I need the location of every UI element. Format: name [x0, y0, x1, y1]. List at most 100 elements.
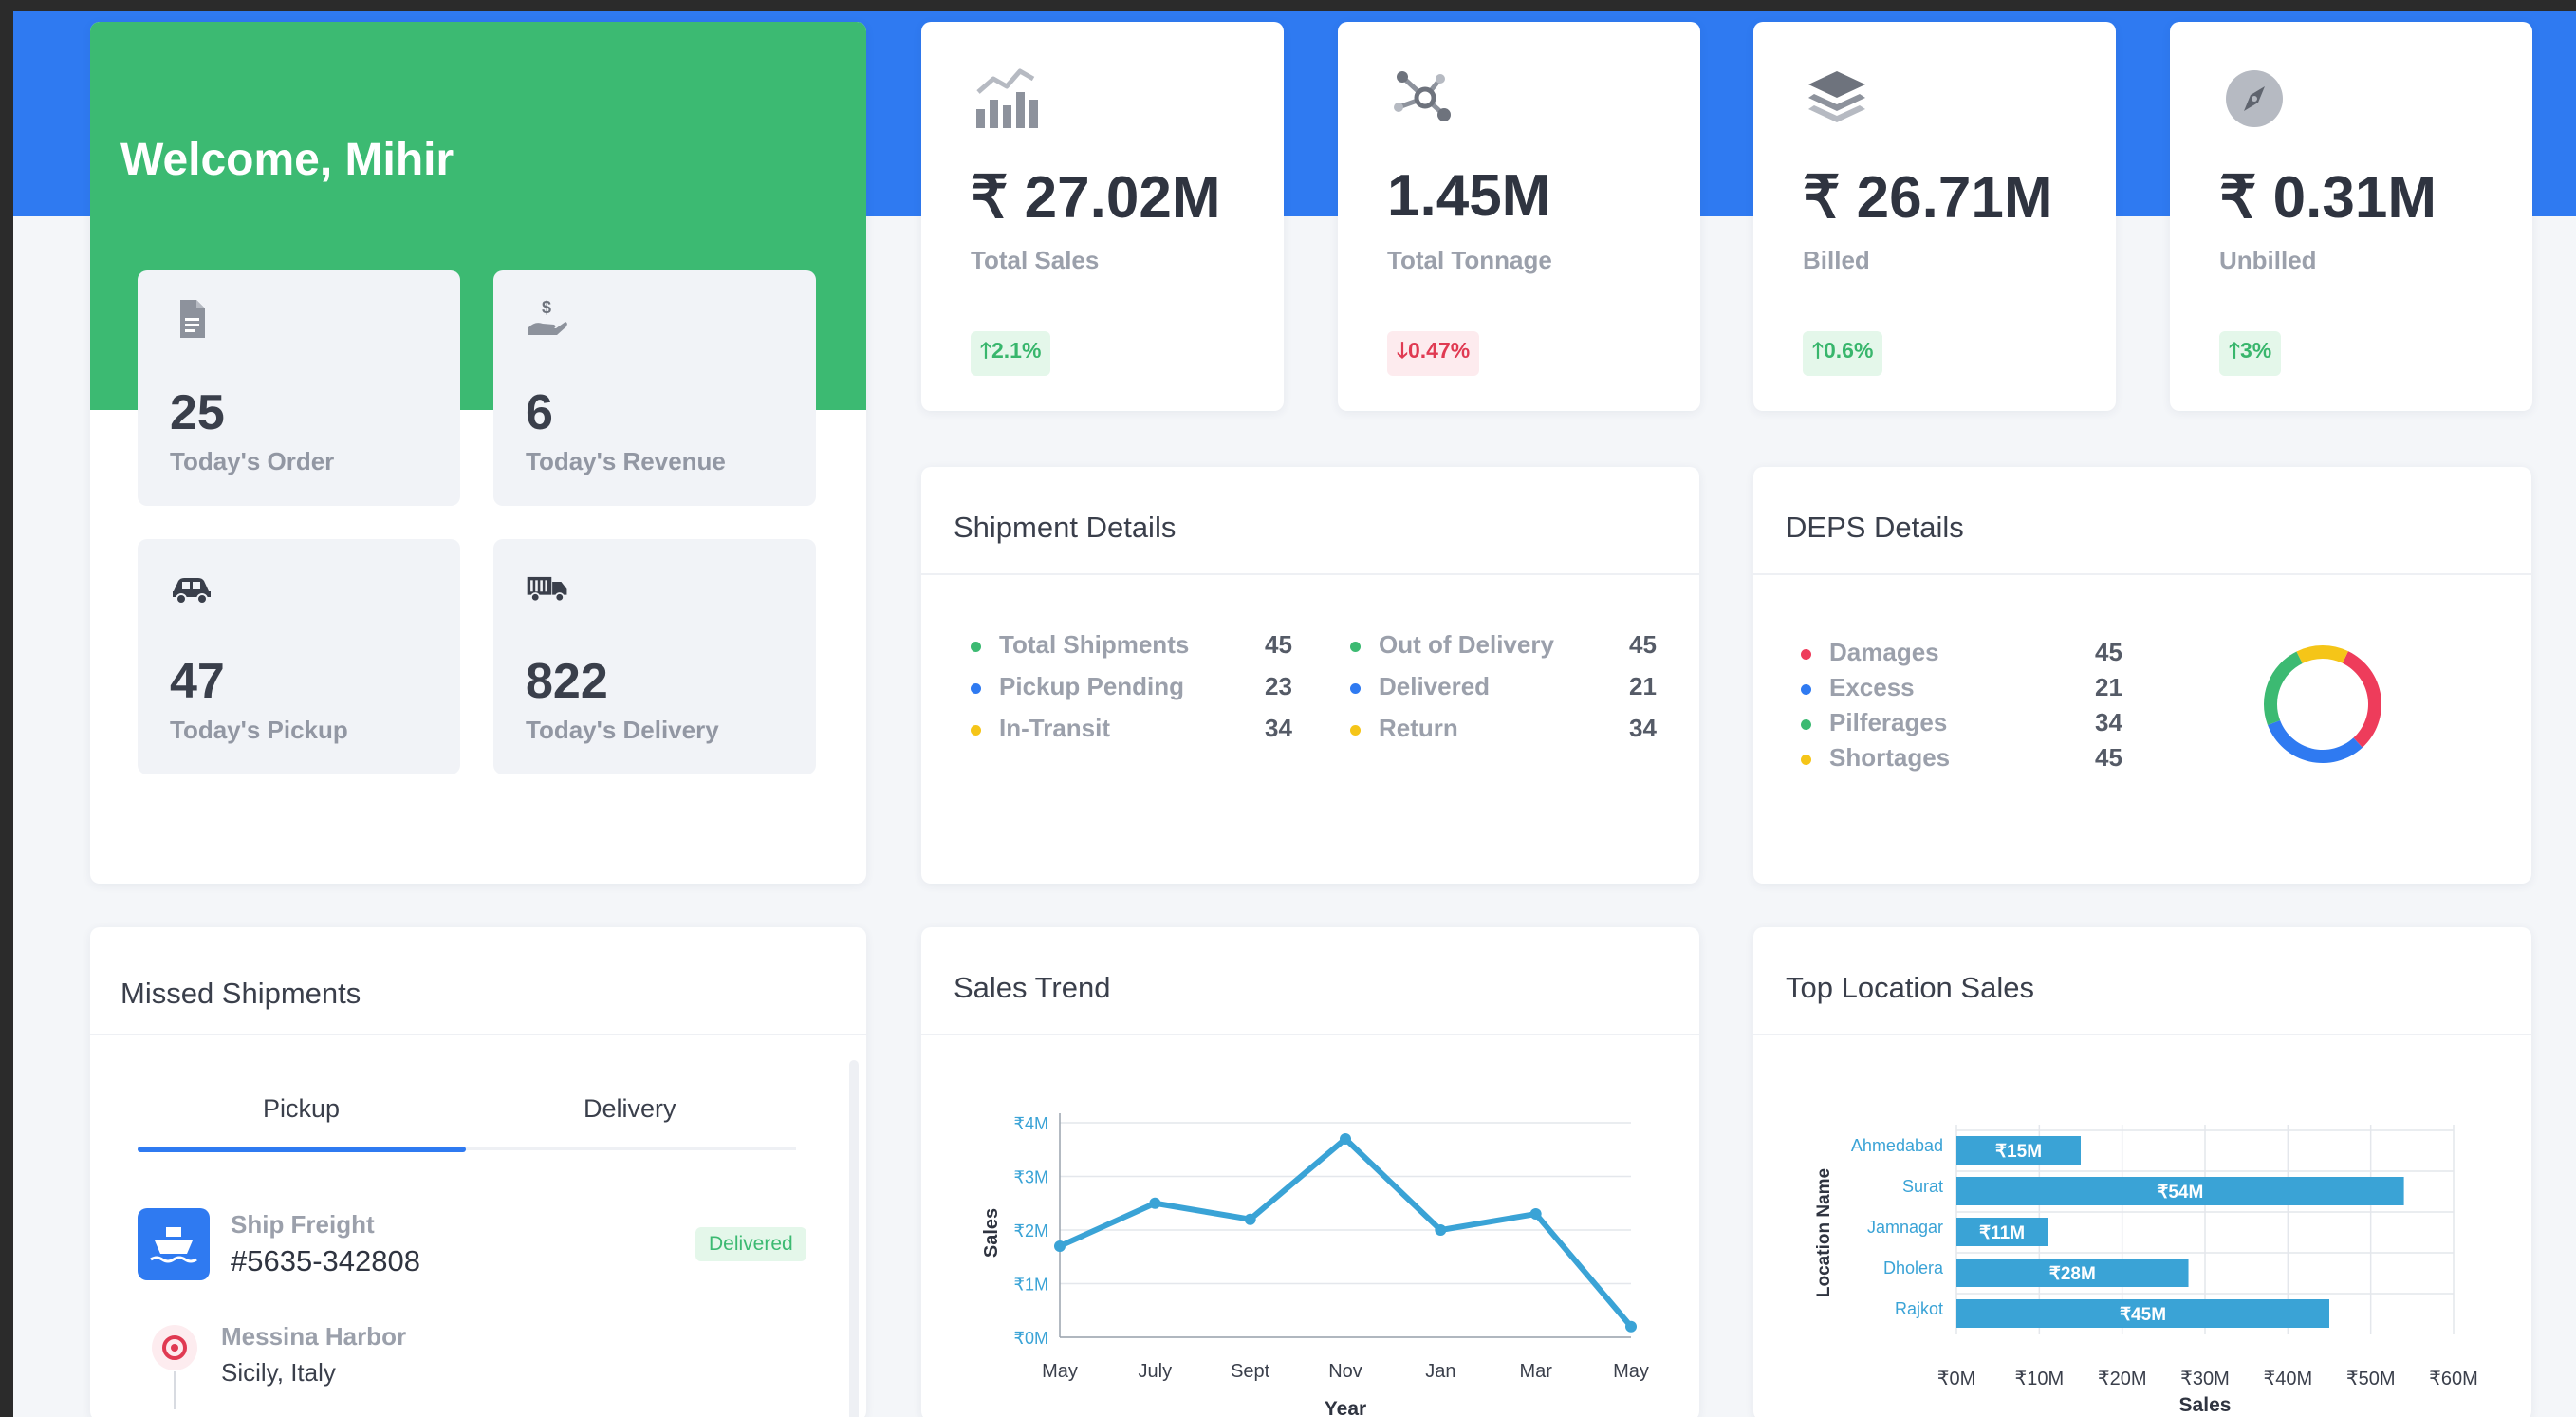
y-tick-label: ₹0M — [1014, 1329, 1048, 1348]
arrow-up-icon: 🡑 — [980, 338, 991, 363]
item-name: Out of Delivery — [1379, 630, 1554, 659]
x-tick-label: ₹0M — [1937, 1369, 1976, 1389]
car-icon — [173, 578, 211, 605]
tile-value: 25 — [170, 385, 225, 440]
shipment-details-card: Shipment Details Total Shipments 45 Pickup… — [921, 467, 1699, 884]
series-line — [1058, 1135, 1634, 1329]
x-tick-label: July — [1139, 1361, 1173, 1382]
x-tick-label: Mar — [1519, 1361, 1552, 1382]
x-axis-label: Sales — [2179, 1394, 2232, 1416]
tab-pickup[interactable]: Pickup — [263, 1094, 340, 1124]
active-tab-indicator — [138, 1147, 466, 1152]
layers-icon — [1808, 71, 1865, 122]
category-label: Ahmedabad — [1851, 1136, 1943, 1155]
tile-label: Today's Pickup — [170, 716, 348, 744]
y-tick-label: ₹2M — [1014, 1221, 1048, 1240]
arrow-down-icon: 🡓 — [1397, 338, 1408, 363]
x-tick-label: Nov — [1328, 1361, 1362, 1382]
welcome-title: Welcome, Mihir — [120, 135, 454, 185]
stat-value: ₹ 26.71M — [1803, 165, 2053, 231]
total-tonnage-card[interactable]: 1.45M Total Tonnage 🡓0.47% — [1338, 22, 1700, 411]
legend-dot — [1350, 725, 1361, 736]
list-item: In-Transit 34 — [971, 714, 1312, 746]
billed-card[interactable]: ₹ 26.71M Billed 🡑0.6% — [1753, 22, 2116, 411]
compass-icon — [2226, 70, 2283, 127]
todays-revenue-tile[interactable]: $ 6 Today's Revenue — [493, 270, 816, 506]
status-badge: Delivered — [695, 1227, 806, 1261]
sales-trend-card: Sales Trend ₹0M ₹1M ₹2M ₹3M ₹4M May July Sept No… — [921, 927, 1699, 1417]
stat-label: Billed — [1803, 246, 1870, 274]
item-name: In-Transit — [999, 714, 1111, 742]
location-region: Sicily, Italy — [221, 1358, 336, 1387]
delivery-truck-icon — [527, 576, 567, 603]
item-count: 23 — [1265, 672, 1292, 700]
y-tick-label: ₹1M — [1014, 1276, 1048, 1295]
shipment-id[interactable]: #5635-342808 — [231, 1244, 420, 1278]
y-axis-label: Location Name — [1814, 1168, 1834, 1297]
item-name: Pilferages — [1829, 708, 1948, 736]
donut-slice — [2268, 720, 2363, 763]
tile-value: 47 — [170, 654, 225, 709]
unbilled-card[interactable]: ₹ 0.31M Unbilled 🡑3% — [2170, 22, 2532, 411]
item-name: Excess — [1829, 673, 1915, 701]
legend-dot — [1801, 719, 1811, 730]
item-name: Total Shipments — [999, 630, 1190, 659]
bar-value-label: ₹45M — [2120, 1305, 2166, 1325]
legend-dot — [971, 642, 981, 652]
location-pin-icon — [152, 1325, 197, 1409]
stat-label: Unbilled — [2219, 246, 2317, 274]
location-place: Messina Harbor — [221, 1322, 407, 1351]
todays-order-tile[interactable]: 25 Today's Order — [138, 270, 460, 506]
scrollbar[interactable] — [849, 1060, 859, 1417]
card-title: DEPS Details — [1786, 511, 1964, 544]
y-tick-label: ₹3M — [1014, 1168, 1048, 1187]
todays-delivery-tile[interactable]: 822 Today's Delivery — [493, 539, 816, 774]
tile-label: Today's Revenue — [526, 447, 726, 475]
x-tick-label: ₹20M — [2098, 1369, 2147, 1389]
donut-slice — [2264, 651, 2303, 725]
divider — [1753, 573, 2531, 575]
item-name: Return — [1379, 714, 1458, 742]
todays-pickup-tile[interactable]: 47 Today's Pickup — [138, 539, 460, 774]
change-badge: 🡓0.47% — [1387, 331, 1480, 376]
data-point — [1244, 1213, 1256, 1225]
item-count: 34 — [2095, 708, 2122, 736]
category-label: Dholera — [1883, 1259, 1944, 1277]
shipment-type: Ship Freight — [231, 1210, 375, 1239]
network-nodes-icon — [1394, 71, 1451, 121]
list-item: Shortages 45 — [1801, 743, 2142, 775]
item-name: Delivered — [1379, 672, 1491, 700]
top-location-sales-chart: ₹0M ₹10M ₹20M ₹30M ₹40M ₹50M ₹60M Ahmedabad ₹15M… — [1814, 1125, 2478, 1416]
item-count: 21 — [2095, 673, 2122, 701]
list-item: Pilferages 34 — [1801, 708, 2142, 740]
arrow-up-icon: 🡑 — [1812, 338, 1824, 363]
tab-delivery[interactable]: Delivery — [584, 1094, 676, 1124]
legend-dot — [1801, 684, 1811, 695]
legend-dot — [1350, 683, 1361, 694]
category-label: Rajkot — [1895, 1299, 1943, 1318]
legend-dot — [971, 725, 981, 736]
deps-details-card: DEPS Details Damages 45 Excess 21 Pilferages… — [1753, 467, 2531, 884]
list-item: Damages 45 — [1801, 638, 2142, 670]
bar-value-label: ₹54M — [2157, 1183, 2203, 1203]
dashboard-page: Welcome, Mihir 25 Today's Order $ 6 Toda… — [13, 11, 2576, 1417]
item-name: Damages — [1829, 638, 1939, 666]
list-item: Return 34 — [1350, 714, 1677, 746]
item-count: 45 — [2095, 638, 2122, 666]
divider — [90, 1034, 866, 1035]
legend-dot — [1350, 642, 1361, 652]
item-name: Pickup Pending — [999, 672, 1185, 700]
tile-label: Today's Order — [170, 447, 335, 475]
total-sales-card[interactable]: ₹ 27.02M Total Sales 🡑2.1% — [921, 22, 1284, 411]
y-tick-label: ₹4M — [1014, 1114, 1048, 1133]
card-title: Missed Shipments — [120, 977, 361, 1010]
tile-value: 822 — [526, 654, 608, 709]
x-tick-label: Jan — [1425, 1361, 1455, 1382]
item-name: Shortages — [1829, 743, 1951, 772]
donut-slice — [2342, 651, 2381, 748]
category-label: Jamnagar — [1867, 1218, 1943, 1237]
money-hand-icon: $ — [528, 298, 567, 335]
stat-value: ₹ 27.02M — [971, 165, 1221, 231]
item-count: 45 — [1265, 630, 1292, 659]
data-point — [1625, 1320, 1637, 1333]
